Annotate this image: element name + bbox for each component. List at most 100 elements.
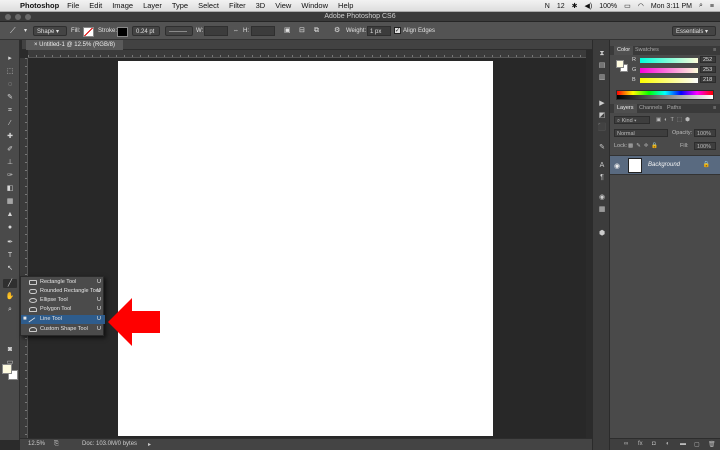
width-input[interactable] bbox=[204, 26, 228, 36]
close-window-icon[interactable] bbox=[5, 14, 11, 20]
color-panel-fg-swatch[interactable] bbox=[616, 60, 624, 68]
tab-channels[interactable]: Channels bbox=[636, 104, 665, 113]
lock-icons[interactable]: ▩✎✛🔒 bbox=[628, 142, 661, 150]
brush-panel-icon[interactable]: ✎ bbox=[597, 144, 607, 152]
flyout-item-rectangle-tool[interactable]: Rectangle Tool U bbox=[21, 278, 105, 287]
battery-icon[interactable]: ▭ bbox=[624, 2, 631, 10]
preset-chevron-icon[interactable]: ▾ bbox=[24, 26, 27, 36]
zoom-level[interactable]: 12.5% bbox=[28, 441, 45, 447]
brush-tool-icon[interactable]: ✐ bbox=[3, 145, 17, 154]
green-slider[interactable] bbox=[640, 68, 698, 73]
fx-icon[interactable]: fx bbox=[638, 441, 643, 447]
wifi-icon[interactable]: ◠ bbox=[638, 2, 644, 10]
eraser-tool-icon[interactable]: ◧ bbox=[3, 184, 17, 193]
search-icon[interactable]: ⌕ bbox=[699, 2, 703, 10]
menu-view[interactable]: View bbox=[275, 1, 291, 10]
pen-tool-icon[interactable]: ✒ bbox=[3, 238, 17, 247]
vertical-ruler[interactable] bbox=[20, 58, 28, 438]
blue-value[interactable]: 218 bbox=[700, 76, 716, 83]
clock[interactable]: Mon 3:11 PM bbox=[651, 3, 692, 10]
quick-selection-tool-icon[interactable]: ✎ bbox=[3, 93, 17, 102]
folder-icon[interactable]: ▬ bbox=[680, 441, 686, 447]
flyout-item-rounded-rectangle-tool[interactable]: Rounded Rectangle Tool U bbox=[21, 287, 105, 296]
menu-edit[interactable]: Edit bbox=[89, 1, 102, 10]
clone-stamp-tool-icon[interactable]: ⊥ bbox=[3, 158, 17, 167]
color-panel-swatches[interactable] bbox=[616, 60, 628, 72]
type-tool-icon[interactable]: T bbox=[3, 251, 17, 260]
mask-icon[interactable]: ◘ bbox=[652, 441, 656, 447]
gradient-tool-icon[interactable]: ▦ bbox=[3, 197, 17, 206]
geometry-options-gear-icon[interactable]: ⚙ bbox=[334, 26, 340, 36]
blur-tool-icon[interactable]: ▲ bbox=[3, 210, 17, 219]
menu-filter[interactable]: Filter bbox=[229, 1, 246, 10]
eyedropper-tool-icon[interactable]: ⁄ bbox=[3, 119, 17, 128]
notes-panel-icon[interactable]: ▦ bbox=[597, 206, 607, 214]
workspace-select[interactable]: Essentials ▾ bbox=[672, 26, 716, 36]
quick-mask-icon[interactable]: ◙ bbox=[3, 345, 17, 354]
flyout-item-ellipse-tool[interactable]: Ellipse Tool U bbox=[21, 296, 105, 305]
trash-icon[interactable]: 🗑 bbox=[708, 441, 716, 448]
clone-source-panel-icon[interactable]: ◉ bbox=[597, 194, 607, 202]
properties-panel-icon[interactable]: ▤ bbox=[597, 62, 607, 70]
adjustments-panel-icon[interactable]: ◩ bbox=[597, 112, 607, 120]
blue-slider[interactable] bbox=[640, 78, 698, 83]
menu-file[interactable]: File bbox=[67, 1, 79, 10]
tab-color[interactable]: Color bbox=[614, 46, 634, 55]
move-tool-icon[interactable]: ▸ bbox=[3, 54, 17, 63]
status-menu-arrow-icon[interactable]: ▸ bbox=[148, 441, 151, 448]
path-selection-tool-icon[interactable]: ↖ bbox=[3, 264, 17, 273]
layers-panel-menu-icon[interactable]: ≡ bbox=[710, 104, 719, 113]
swatches-panel-icon[interactable]: ▥ bbox=[597, 74, 607, 82]
link-icon[interactable]: ∞ bbox=[624, 441, 628, 447]
menu-window[interactable]: Window bbox=[301, 1, 328, 10]
line-tool-icon[interactable]: ╱ bbox=[3, 279, 17, 288]
flyout-item-custom-shape-tool[interactable]: Custom Shape Tool U bbox=[21, 325, 105, 334]
styles-panel-icon[interactable]: ⬛ bbox=[597, 124, 607, 132]
layer-row-background[interactable]: ◉ Background 🔒 bbox=[610, 155, 720, 175]
actions-panel-icon[interactable]: ▶ bbox=[597, 100, 607, 108]
fill-swatch[interactable] bbox=[83, 27, 94, 37]
layer-name[interactable]: Background bbox=[648, 162, 680, 168]
blend-mode-select[interactable]: Normal bbox=[614, 129, 668, 137]
menu-help[interactable]: Help bbox=[338, 1, 353, 10]
align-edges-checkbox[interactable]: ✓ bbox=[394, 27, 401, 34]
opacity-input[interactable]: 100% bbox=[694, 129, 716, 137]
menu-select[interactable]: Select bbox=[198, 1, 219, 10]
tab-layers[interactable]: Layers bbox=[614, 104, 637, 113]
stroke-width-select[interactable]: 0.24 pt bbox=[132, 26, 160, 36]
new-layer-icon[interactable]: ▢ bbox=[694, 441, 700, 448]
crop-tool-icon[interactable]: ⌗ bbox=[3, 106, 17, 115]
character-panel-icon[interactable]: A bbox=[597, 162, 607, 170]
tab-swatches[interactable]: Swatches bbox=[632, 46, 662, 55]
link-dimensions-icon[interactable]: ⇔ bbox=[233, 26, 239, 36]
flyout-item-line-tool[interactable]: ■ Line Tool U bbox=[21, 315, 105, 326]
status-share-icon[interactable]: ⎘ bbox=[54, 441, 59, 448]
menu-3d[interactable]: 3D bbox=[256, 1, 266, 10]
marquee-tool-icon[interactable]: ⬚ bbox=[3, 67, 17, 76]
history-panel-icon[interactable]: ⧗ bbox=[597, 50, 607, 58]
menu-type[interactable]: Type bbox=[172, 1, 188, 10]
adjustment-icon[interactable]: ◐ bbox=[666, 441, 670, 447]
dodge-tool-icon[interactable]: ● bbox=[3, 223, 17, 232]
path-alignment-icon[interactable]: ⊟ bbox=[299, 26, 305, 36]
stroke-type-select[interactable]: ——— ▾ bbox=[165, 26, 193, 45]
3d-panel-icon[interactable]: ⬢ bbox=[597, 230, 607, 238]
height-input[interactable] bbox=[251, 26, 275, 36]
tool-mode-select[interactable]: Shape ▾ bbox=[33, 26, 67, 36]
list-icon[interactable]: ≡ bbox=[710, 3, 714, 10]
horizontal-ruler[interactable] bbox=[28, 50, 586, 58]
layer-filter-kind-select[interactable]: ⌕ Kind ▾ bbox=[614, 116, 650, 124]
red-value[interactable]: 252 bbox=[700, 56, 716, 63]
visibility-eye-icon[interactable]: ◉ bbox=[614, 162, 620, 170]
document-tab[interactable]: × Untitled-1 @ 12.5% (RGB/8) bbox=[26, 40, 123, 50]
document-canvas[interactable] bbox=[118, 61, 493, 436]
zoom-window-icon[interactable] bbox=[25, 14, 31, 20]
tab-paths[interactable]: Paths bbox=[664, 104, 684, 113]
minimize-window-icon[interactable] bbox=[15, 14, 21, 20]
green-value[interactable]: 253 bbox=[700, 66, 716, 73]
menu-layer[interactable]: Layer bbox=[143, 1, 162, 10]
color-panel-menu-icon[interactable]: ≡ bbox=[710, 46, 719, 55]
line-tool-preset-icon[interactable]: ⟋ bbox=[10, 26, 16, 36]
path-arrangement-icon[interactable]: ⧉ bbox=[314, 26, 319, 36]
red-slider[interactable] bbox=[640, 58, 698, 63]
